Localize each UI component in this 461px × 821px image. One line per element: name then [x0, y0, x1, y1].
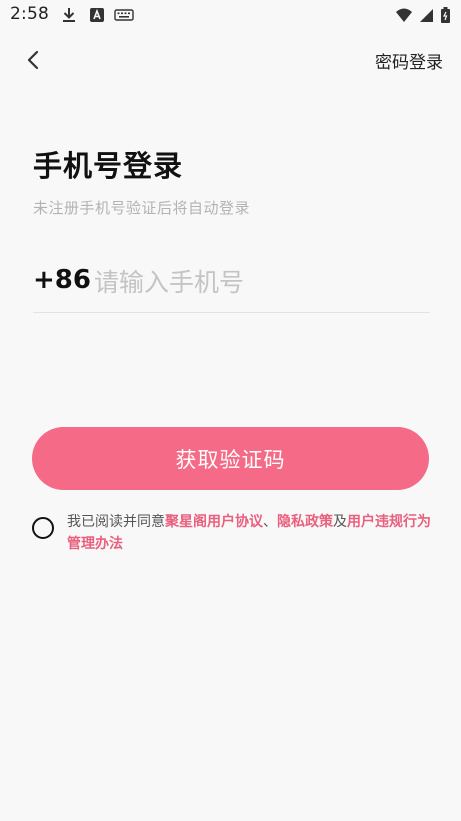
- agreement-text: 我已阅读并同意聚星阁用户协议、隐私政策及用户违规行为管理办法: [67, 511, 442, 555]
- login-screen: 2:58 密码登录 手机号登录 未注册手机号验证后将自动登录 +86 请输入手机…: [0, 0, 461, 821]
- privacy-policy-link[interactable]: 隐私政策: [277, 514, 333, 530]
- user-agreement-link[interactable]: 聚星阁用户协议: [165, 514, 263, 530]
- password-login-link[interactable]: 密码登录: [375, 48, 443, 73]
- back-button[interactable]: [22, 46, 46, 74]
- status-bar: 2:58: [0, 0, 461, 32]
- a-badge-icon: [90, 8, 104, 22]
- agreement-checkbox[interactable]: [32, 517, 54, 539]
- agreement-prefix: 我已阅读并同意: [67, 514, 165, 530]
- download-icon: [63, 8, 75, 22]
- wifi-icon: [396, 8, 412, 22]
- battery-icon: [441, 7, 450, 23]
- status-time: 2:58: [10, 4, 49, 24]
- page-title: 手机号登录: [33, 149, 184, 183]
- agreement-separator: 、: [263, 514, 277, 530]
- page-subtitle: 未注册手机号验证后将自动登录: [33, 199, 251, 217]
- get-code-button[interactable]: 获取验证码: [32, 427, 429, 490]
- agreement-conjunction: 及: [333, 514, 347, 530]
- country-code[interactable]: +86: [33, 265, 91, 295]
- keyboard-icon: [114, 9, 134, 21]
- signal-icon: [420, 9, 433, 22]
- phone-divider: [33, 312, 430, 313]
- phone-input[interactable]: [94, 262, 424, 302]
- chevron-left-icon: [27, 50, 39, 70]
